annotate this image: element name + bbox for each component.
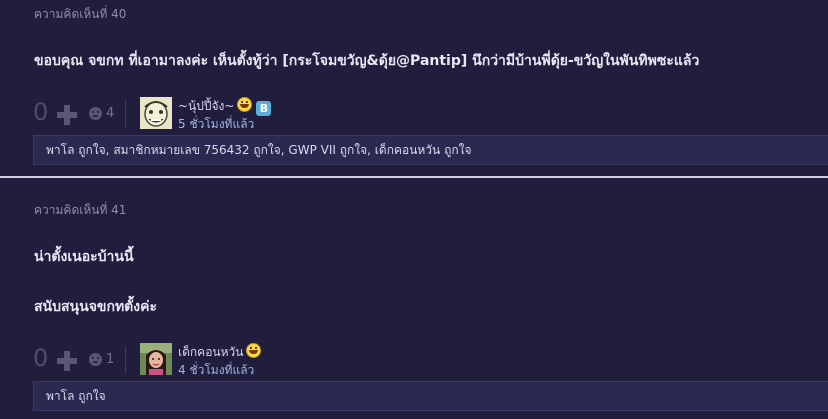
vote-score: 0 [33, 344, 49, 372]
comment-41: ความคิดเห็นที่ 41 น่าตั้งเนอะบ้านนี้ สนั… [0, 186, 828, 419]
likes-list: พาโล ถูกใจ, สมาชิกหมายเลข 756432 ถูกใจ, … [33, 135, 828, 165]
comment-actions: 0 1 เด็กคอนหวัน 4 ชั่วโมงที่แล้ว [33, 343, 813, 377]
comment-40: ความคิดเห็นที่ 40 ขอบคุณ จขกท ที่เอามาลง… [0, 0, 828, 173]
comment-body-line-2: สนับสนุนจขกทตั้งค่ะ [34, 299, 157, 315]
separator [125, 346, 126, 374]
emotion-icon[interactable] [89, 353, 102, 366]
emotion-icon[interactable] [89, 107, 102, 120]
emotion-count: 4 [106, 106, 115, 121]
avatar[interactable] [140, 343, 172, 375]
vote-score: 0 [33, 98, 49, 126]
plus-icon[interactable] [57, 351, 77, 371]
author-name[interactable]: ~นุ้ปปี้จัง~ [178, 99, 234, 113]
avatar[interactable] [140, 97, 172, 129]
comment-number-label: ความคิดเห็นที่ 41 [34, 203, 127, 217]
author-line: เด็กคอนหวัน [178, 343, 262, 362]
emotion-count: 1 [106, 352, 115, 367]
smile-emoticon-icon [246, 343, 262, 358]
comment-divider [0, 176, 828, 178]
author-line: ~นุ้ปปี้จัง~ B [178, 97, 272, 116]
bloggang-badge-icon[interactable]: B [256, 101, 272, 116]
comment-time[interactable]: 4 ชั่วโมงที่แล้ว [178, 361, 254, 380]
separator [125, 100, 126, 128]
likes-list: พาโล ถูกใจ [33, 381, 828, 411]
plus-icon[interactable] [57, 105, 77, 125]
smile-emoticon-icon [237, 97, 253, 112]
comment-body-line-1: น่าตั้งเนอะบ้านนี้ [34, 249, 134, 265]
comment-body: ขอบคุณ จขกท ที่เอามาลงค่ะ เห็นตั้งทู้ว่า… [34, 53, 700, 69]
comment-number-label: ความคิดเห็นที่ 40 [34, 7, 127, 21]
comment-actions: 0 4 ~นุ้ปปี้จัง~ B 5 ชั่วโมงที่แล้ว [33, 97, 813, 131]
comment-time[interactable]: 5 ชั่วโมงที่แล้ว [178, 115, 254, 134]
author-name[interactable]: เด็กคอนหวัน [178, 345, 243, 359]
